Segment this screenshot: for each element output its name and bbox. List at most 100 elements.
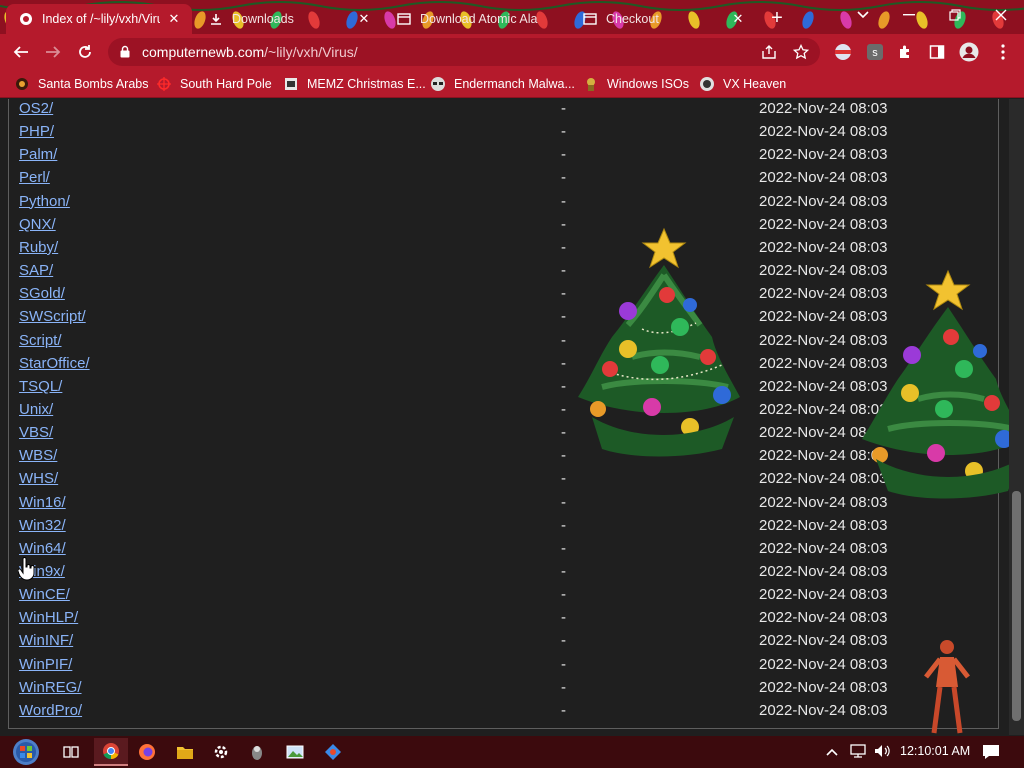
start-orb-icon[interactable] [4, 738, 48, 766]
forward-button[interactable] [40, 39, 66, 65]
directory-link[interactable]: Ruby/ [19, 239, 58, 256]
network-icon[interactable] [850, 744, 866, 761]
directory-link[interactable]: Win16/ [19, 494, 66, 511]
minimize-button[interactable] [886, 0, 932, 30]
malware-app-icon[interactable] [240, 738, 274, 766]
url-text[interactable]: computernewb.com/~lily/vxh/Virus/ [142, 44, 358, 60]
profile-avatar-icon[interactable] [956, 39, 982, 65]
bookmark-star-icon[interactable] [788, 39, 814, 65]
tab-search-chevron-icon[interactable] [840, 0, 886, 30]
directory-link[interactable]: Unix/ [19, 401, 53, 418]
directory-link[interactable]: Win64/ [19, 540, 66, 557]
page-content: OS2/ - 2022-Nov-24 08:03 PHP/ - 2022-Nov-24 0… [0, 99, 1024, 735]
task-view-icon[interactable] [54, 738, 88, 766]
back-button[interactable] [8, 39, 34, 65]
scrollbar-thumb[interactable] [1012, 491, 1021, 721]
directory-link[interactable]: Perl/ [19, 169, 50, 186]
listing-row: SWScript/-2022-Nov-24 08:03 [9, 307, 999, 330]
firefox-icon[interactable] [130, 738, 164, 766]
tab-checkout[interactable]: Checkout ✕ [570, 4, 756, 34]
size-cell: - [561, 586, 566, 604]
directory-link[interactable]: SWScript/ [19, 308, 86, 325]
size-cell: - [561, 215, 566, 233]
address-bar[interactable]: computernewb.com/~lily/vxh/Virus/ [108, 38, 820, 66]
last-modified-cell: 2022-Nov-24 08:03 [759, 586, 888, 604]
directory-link[interactable]: VBS/ [19, 424, 53, 441]
directory-link[interactable]: WordPro/ [19, 702, 82, 719]
listing-row: SGold/-2022-Nov-24 08:03 [9, 284, 999, 307]
directory-link[interactable]: WHS/ [19, 470, 58, 487]
directory-link[interactable]: Python/ [19, 193, 70, 210]
tab-strip: Index of /~lily/vxh/Virus ✕ Downloads ✕ … [0, 0, 1024, 34]
close-window-button[interactable] [978, 0, 1024, 30]
directory-link[interactable]: OS2/ [19, 100, 53, 117]
directory-link[interactable]: Script/ [19, 332, 62, 349]
side-panel-icon[interactable] [924, 39, 950, 65]
size-cell: - [561, 632, 566, 650]
directory-link[interactable]: QNX/ [19, 216, 56, 233]
size-cell: - [561, 701, 566, 719]
tab-title: Download Atomic Alarm [420, 12, 538, 26]
listing-row: WBS/-2022-Nov-24 08:03 [9, 446, 999, 469]
last-modified-cell: 2022-Nov-24 08:03 [759, 192, 888, 210]
close-tab-icon[interactable]: ✕ [730, 11, 746, 27]
bookmark-endermanch-malware[interactable]: Endermanch Malwa... [430, 74, 575, 94]
extensions-puzzle-icon[interactable] [892, 39, 918, 65]
directory-link[interactable]: TSQL/ [19, 378, 62, 395]
directory-link[interactable]: WinINF/ [19, 632, 73, 649]
lock-icon[interactable] [120, 45, 130, 58]
volume-icon[interactable] [874, 744, 890, 761]
listing-row: OS2/ - 2022-Nov-24 08:03 [9, 99, 999, 122]
tab-index-of-virus[interactable]: Index of /~lily/vxh/Virus ✕ [6, 4, 192, 34]
close-tab-icon[interactable]: ✕ [356, 11, 372, 27]
directory-link[interactable]: WinHLP/ [19, 609, 78, 626]
bookmark-memz-christmas[interactable]: MEMZ Christmas E... [283, 74, 426, 94]
last-modified-cell: 2022-Nov-24 08:03 [759, 238, 888, 256]
app-icon[interactable] [316, 738, 350, 766]
menu-kebab-icon[interactable] [990, 39, 1016, 65]
bookmark-icon [283, 76, 299, 92]
bookmark-windows-isos[interactable]: Windows ISOs [583, 74, 689, 94]
size-cell: - [561, 192, 566, 210]
tab-download-atomic-alarm[interactable]: Download Atomic Alarm ✕ [384, 4, 570, 34]
extension-s-icon[interactable]: s [862, 39, 888, 65]
reload-button[interactable] [72, 39, 98, 65]
directory-link[interactable]: SGold/ [19, 285, 65, 302]
notifications-icon[interactable] [982, 744, 1000, 763]
bookmark-label: MEMZ Christmas E... [307, 77, 426, 91]
directory-link[interactable]: WinPIF/ [19, 656, 72, 673]
bookmark-south-hard-pole[interactable]: South Hard Pole [156, 74, 272, 94]
directory-link[interactable]: WBS/ [19, 447, 57, 464]
restore-button[interactable] [932, 0, 978, 30]
settings-icon[interactable] [204, 738, 238, 766]
directory-link[interactable]: Win32/ [19, 517, 66, 534]
show-hidden-icons-chevron-icon[interactable] [826, 744, 838, 759]
directory-link[interactable]: Palm/ [19, 146, 57, 163]
extension-flag-icon[interactable] [830, 39, 856, 65]
bookmark-vx-heaven[interactable]: VX Heaven [699, 74, 786, 94]
directory-link[interactable]: WinCE/ [19, 586, 70, 603]
size-cell: - [561, 123, 566, 141]
bookmark-label: Windows ISOs [607, 77, 689, 91]
close-tab-icon[interactable]: ✕ [166, 11, 182, 27]
size-cell: - [561, 308, 566, 326]
taskbar-clock[interactable]: 12:10:01 AM [900, 744, 970, 758]
tab-downloads[interactable]: Downloads ✕ [196, 4, 382, 34]
last-modified-cell: 2022-Nov-24 08:03 [759, 146, 888, 164]
vertical-scrollbar[interactable] [1009, 99, 1024, 735]
share-icon[interactable] [756, 39, 782, 65]
windows-taskbar: 12:10:01 AM [0, 736, 1024, 768]
image-viewer-icon[interactable] [278, 738, 312, 766]
bookmark-santa-bombs-arabs[interactable]: Santa Bombs Arabs [14, 74, 148, 94]
size-cell: - [561, 539, 566, 557]
file-explorer-icon[interactable] [168, 738, 202, 766]
tab-title: Index of /~lily/vxh/Virus [42, 12, 160, 26]
directory-link[interactable]: PHP/ [19, 123, 54, 140]
listing-row: PHP/ - 2022-Nov-24 08:03 [9, 122, 999, 145]
directory-link[interactable]: WinREG/ [19, 679, 82, 696]
directory-link[interactable]: StarOffice/ [19, 355, 90, 372]
new-tab-button[interactable]: + [764, 6, 790, 30]
last-modified-cell: 2022-Nov-24 08:03 [759, 678, 888, 696]
directory-link[interactable]: SAP/ [19, 262, 53, 279]
chrome-icon[interactable] [94, 738, 128, 766]
